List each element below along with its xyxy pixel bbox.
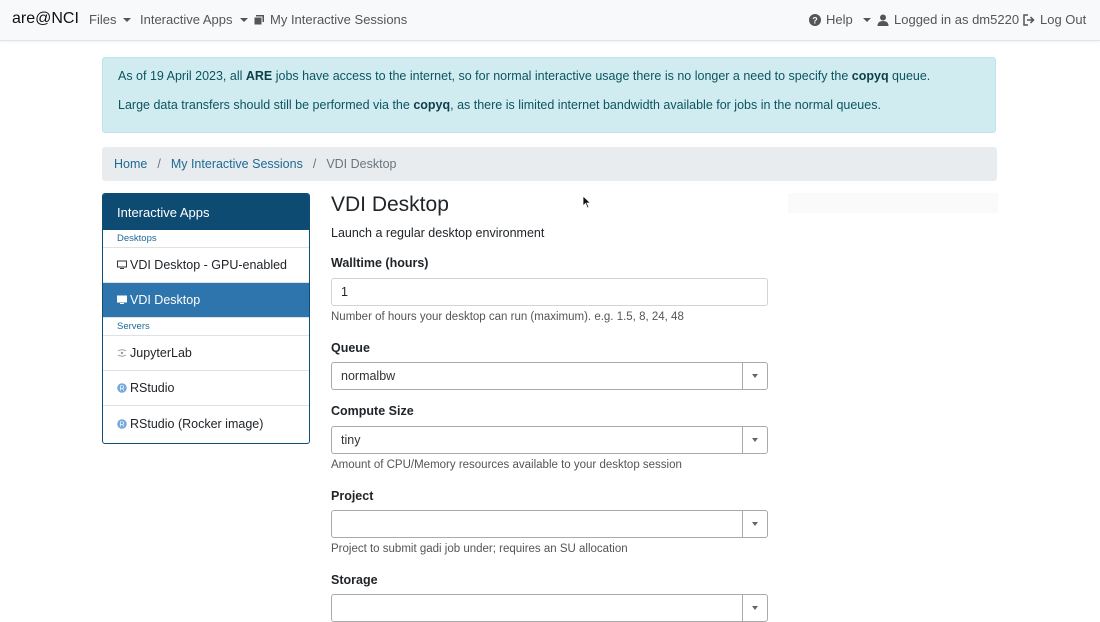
select-dropdown-toggle-icon[interactable] — [742, 363, 767, 389]
svg-text:?: ? — [812, 15, 818, 25]
nav-help-label: Help — [826, 12, 853, 27]
sidebar-item-vdi-gpu[interactable]: VDI Desktop - GPU-enabled — [103, 248, 309, 283]
top-navbar: are@NCI Files Interactive Apps My Intera… — [0, 0, 1100, 41]
user-icon — [877, 14, 889, 26]
breadcrumb-sessions-link[interactable]: My Interactive Sessions — [171, 157, 303, 171]
info-alert: As of 19 April 2023, all ARE jobs have a… — [102, 57, 996, 133]
project-select[interactable] — [331, 510, 768, 538]
sidebar-category-desktops: Desktops — [103, 230, 309, 248]
question-circle-icon: ? — [809, 13, 821, 26]
select-dropdown-toggle-icon[interactable] — [742, 595, 767, 621]
sidebar-item-rstudio[interactable]: R RStudio — [103, 371, 309, 406]
storage-select[interactable] — [331, 594, 768, 622]
breadcrumb-separator: / — [312, 157, 317, 171]
svg-text:R: R — [119, 386, 124, 393]
breadcrumb-separator: / — [157, 157, 161, 171]
brand-logo[interactable]: are@NCI — [12, 10, 79, 28]
nav-logout-link[interactable]: Log Out — [1023, 12, 1086, 27]
nav-files-menu[interactable]: Files — [89, 12, 132, 27]
sidebar-category-servers: Servers — [103, 318, 309, 336]
nav-my-sessions-label: My Interactive Sessions — [270, 12, 408, 27]
storage-label: Storage — [331, 573, 378, 587]
page-subtitle: Launch a regular desktop environment — [331, 226, 545, 240]
sessions-icon — [253, 14, 264, 25]
queue-selected-value: normalbw — [341, 369, 396, 383]
right-panel-placeholder — [788, 193, 998, 213]
select-dropdown-toggle-icon[interactable] — [742, 511, 767, 537]
caret-down-icon — [239, 17, 248, 22]
alert-line-1: As of 19 April 2023, all ARE jobs have a… — [118, 69, 931, 83]
sidebar-item-vdi-desktop[interactable]: VDI Desktop — [103, 283, 309, 318]
sidebar-item-jupyterlab[interactable]: JupyterLab — [103, 336, 309, 371]
sign-out-icon — [1023, 13, 1035, 26]
breadcrumb: Home / My Interactive Sessions / VDI Des… — [102, 147, 997, 181]
rstudio-icon: R — [117, 383, 127, 393]
nav-logged-in-label: Logged in as dm5220 — [894, 12, 1020, 27]
nav-interactive-apps-menu[interactable]: Interactive Apps — [140, 12, 248, 27]
breadcrumb-home-link[interactable]: Home — [114, 157, 147, 171]
caret-down-icon — [123, 17, 132, 22]
alert-line-2: Large data transfers should still be per… — [118, 98, 881, 112]
nav-interactive-apps-label: Interactive Apps — [140, 12, 233, 27]
monitor-icon — [117, 295, 127, 304]
page-title: VDI Desktop — [331, 193, 449, 216]
compute-size-label: Compute Size — [331, 404, 414, 418]
interactive-apps-sidebar: Interactive Apps Desktops VDI Desktop - … — [102, 193, 310, 444]
rstudio-icon: R — [117, 418, 127, 429]
compute-size-select[interactable]: tiny — [331, 426, 768, 454]
sidebar-header: Interactive Apps — [103, 194, 309, 230]
project-help: Project to submit gadi job under; requir… — [331, 543, 628, 555]
svg-text:R: R — [119, 421, 124, 428]
sidebar-item-label: JupyterLab — [130, 346, 192, 360]
compute-size-selected-value: tiny — [341, 433, 361, 447]
nav-my-sessions-link[interactable]: My Interactive Sessions — [253, 12, 407, 27]
compute-size-help: Amount of CPU/Memory resources available… — [331, 459, 682, 471]
select-dropdown-toggle-icon[interactable] — [742, 427, 767, 453]
mouse-cursor-icon — [582, 195, 592, 209]
walltime-label: Walltime (hours) — [331, 256, 429, 270]
nav-logout-label: Log Out — [1040, 12, 1087, 27]
sidebar-item-rstudio-rocker[interactable]: R RStudio (Rocker image) — [103, 406, 309, 441]
nav-user-status: Logged in as dm5220 — [877, 12, 1019, 27]
walltime-input[interactable] — [331, 278, 768, 306]
sidebar-item-label: VDI Desktop — [130, 293, 201, 307]
sidebar-item-label: RStudio — [130, 381, 175, 395]
sidebar-item-label: RStudio (Rocker image) — [130, 416, 264, 431]
jupyter-icon — [117, 349, 127, 357]
walltime-help: Number of hours your desktop can run (ma… — [331, 311, 684, 323]
queue-label: Queue — [331, 341, 370, 355]
project-label: Project — [331, 489, 374, 503]
queue-select[interactable]: normalbw — [331, 362, 768, 390]
nav-files-label: Files — [89, 12, 117, 27]
sidebar-item-label: VDI Desktop - GPU-enabled — [130, 258, 288, 272]
monitor-icon — [117, 260, 127, 269]
nav-help-menu[interactable]: ? Help — [809, 12, 871, 27]
caret-down-icon — [862, 17, 871, 22]
breadcrumb-current: VDI Desktop — [326, 157, 397, 171]
